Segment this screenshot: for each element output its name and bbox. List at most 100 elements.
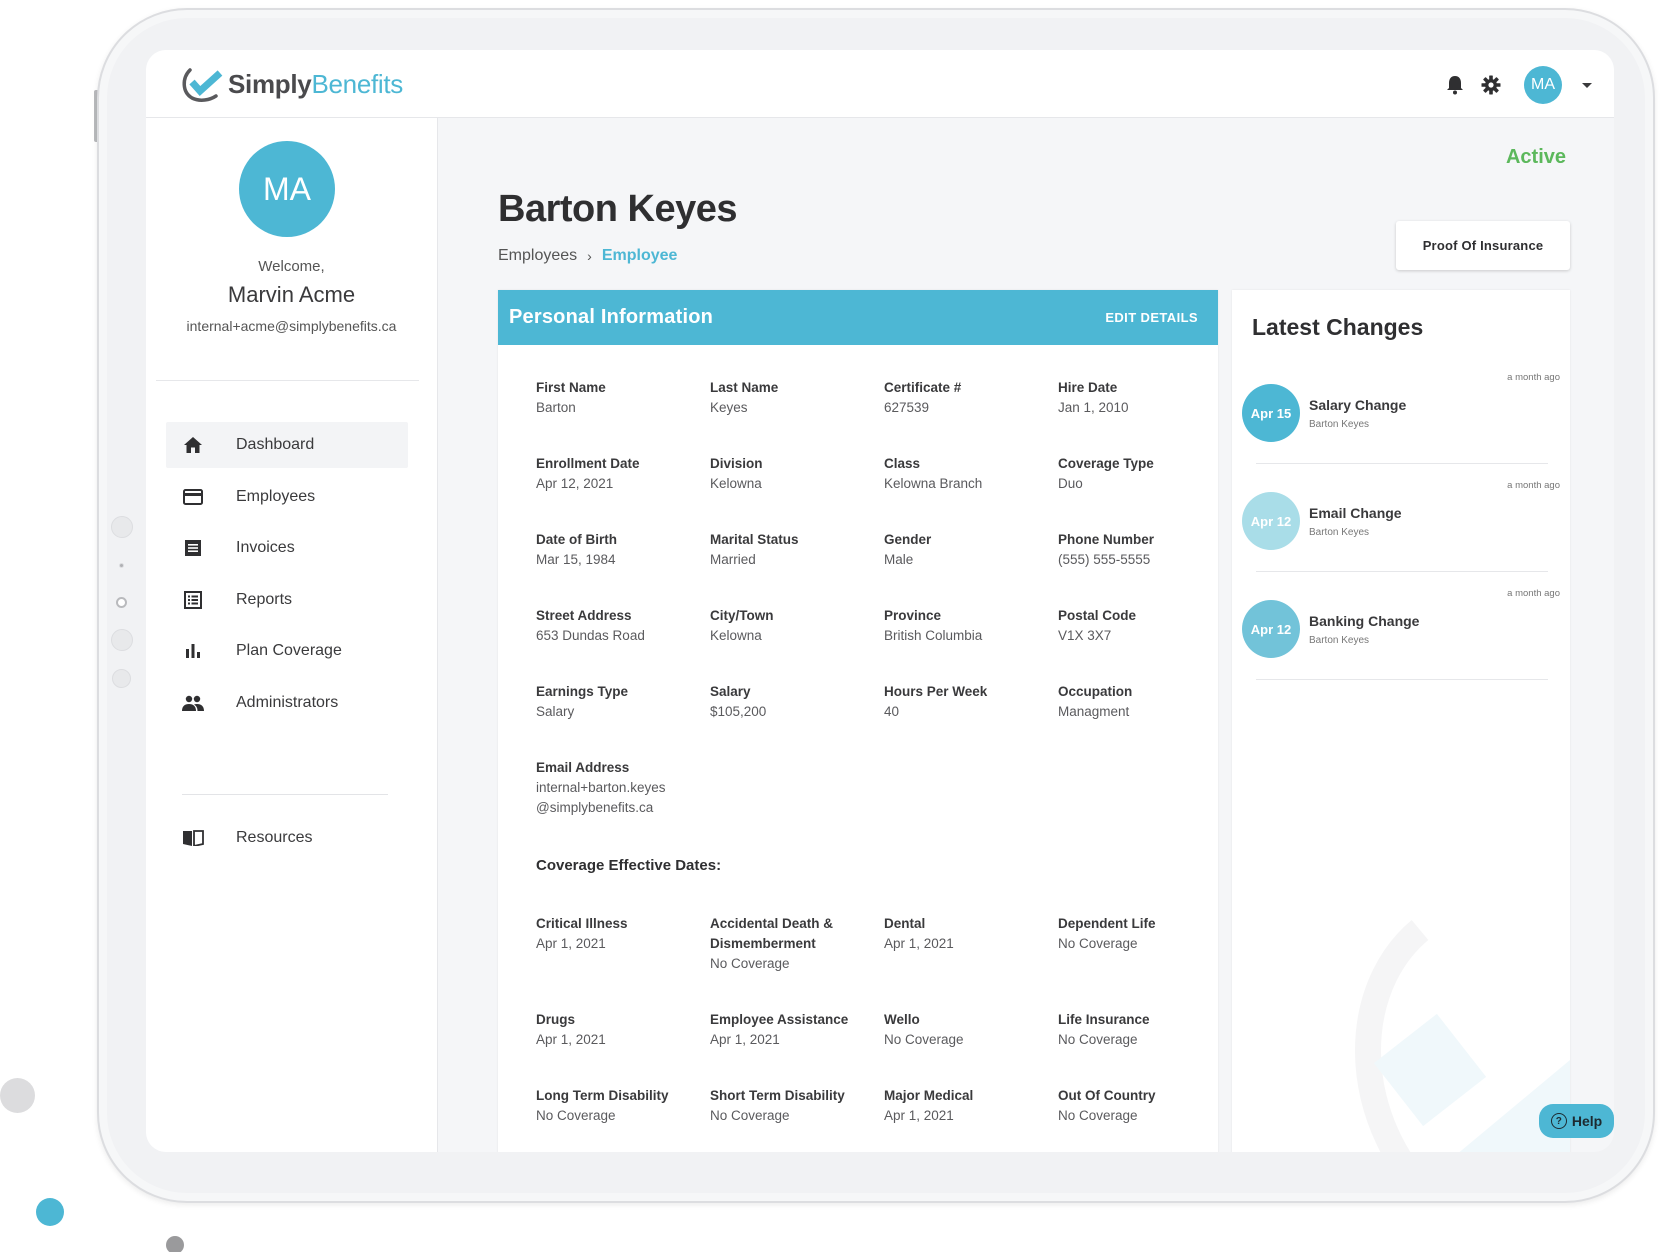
sidebar-item-label: Employees <box>236 487 316 505</box>
brand-name-part2: Benefits <box>311 68 403 99</box>
decorative-dot-small <box>166 1236 184 1252</box>
field-label: Province <box>884 608 942 623</box>
field-phone-number: Phone Number (555) 555-5555 <box>1058 530 1216 606</box>
bell-icon[interactable] <box>1444 74 1466 96</box>
people-icon <box>182 692 204 714</box>
field-label: Life Insurance <box>1058 1012 1150 1027</box>
divider <box>1256 679 1548 680</box>
chevron-down-icon[interactable] <box>1582 82 1592 88</box>
user-avatar[interactable]: MA <box>1524 66 1562 104</box>
sidebar-item-reports[interactable]: Reports <box>166 577 408 623</box>
latest-changes-title: Latest Changes <box>1252 314 1424 340</box>
sidebar-item-administrators[interactable]: Administrators <box>166 680 408 726</box>
breadcrumb-current: Employee <box>601 247 678 264</box>
divider <box>182 794 388 795</box>
field-value: @simplybenefits.ca <box>536 800 654 815</box>
field-date-of-birth: Date of Birth Mar 15, 1984 <box>536 530 710 606</box>
field-province: Province British Columbia <box>884 606 1058 682</box>
field-label: Major Medical <box>884 1088 974 1103</box>
change-subtitle: Barton Keyes <box>1309 527 1370 538</box>
field-label: Salary <box>710 684 751 699</box>
device-sensor <box>111 516 133 538</box>
personal-fields: First Name Barton Last Name Keyes Certificat… <box>536 378 1216 758</box>
sidebar-item-dashboard[interactable]: Dashboard <box>166 422 408 468</box>
field-earnings-type: Earnings Type Salary <box>536 682 710 758</box>
help-button[interactable]: ? Help <box>1539 1104 1614 1138</box>
change-list-item[interactable]: a month ago Apr 12 Banking Change Barton Ke… <box>1242 588 1560 696</box>
latest-changes-card: Latest Changes a month ago Apr 15 Salary C… <box>1232 290 1570 1152</box>
change-list-item[interactable]: a month ago Apr 15 Salary Change Barton Key… <box>1242 372 1560 480</box>
field-first-name: First Name Barton <box>536 378 710 454</box>
field-label: Employee Assistance <box>710 1012 849 1027</box>
field-label: City/Town <box>710 608 774 623</box>
gear-icon[interactable] <box>1480 74 1502 96</box>
brand-name-part1: Simply <box>228 68 312 99</box>
field-value: Kelowna <box>710 476 762 491</box>
card-header: Personal Information EDIT DETAILS <box>498 290 1218 345</box>
edit-details-button[interactable]: EDIT DETAILS <box>1105 310 1198 325</box>
field-value: 627539 <box>884 400 930 415</box>
page-title: Barton Keyes <box>498 188 737 230</box>
field-value: (555) 555-5555 <box>1058 552 1151 567</box>
field-division: Division Kelowna <box>710 454 884 530</box>
logo-watermark-icon <box>1355 920 1570 1152</box>
field-value: Apr 1, 2021 <box>884 1108 954 1123</box>
change-list-item[interactable]: a month ago Apr 12 Email Change Barton Keye… <box>1242 480 1560 588</box>
change-title: Banking Change <box>1309 613 1420 629</box>
field-long-term-disability: Long Term Disability No Coverage <box>536 1086 710 1152</box>
app-screen: SimplyBenefits MA MA Welcome, Marvin Acm… <box>146 50 1614 1152</box>
field-value: Apr 1, 2021 <box>884 936 954 951</box>
field-hours-per-week: Hours Per Week 40 <box>884 682 1058 758</box>
field-class: Class Kelowna Branch <box>884 454 1058 530</box>
sidebar: MA Welcome, Marvin Acme internal+acme@si… <box>146 118 438 1152</box>
field-short-term-disability: Short Term Disability No Coverage <box>710 1086 884 1152</box>
sidebar-item-invoices[interactable]: Invoices <box>166 525 408 571</box>
sidebar-item-plan-coverage[interactable]: Plan Coverage <box>166 628 408 674</box>
card-title: Personal Information <box>509 306 714 328</box>
field-label: Postal Code <box>1058 608 1137 623</box>
field-value: Apr 1, 2021 <box>710 1032 780 1047</box>
proof-of-insurance-button[interactable]: Proof Of Insurance <box>1396 221 1570 270</box>
question-circle-icon: ? <box>1550 1113 1567 1129</box>
field-email-address: Email Address internal+barton.keyes @sim… <box>536 758 710 834</box>
field-value: 653 Dundas Road <box>536 628 645 643</box>
field-label: Gender <box>884 532 932 547</box>
divider <box>1256 571 1548 572</box>
change-title: Email Change <box>1309 505 1402 521</box>
field-value: V1X 3X7 <box>1058 628 1112 643</box>
field-coverage-type: Coverage Type Duo <box>1058 454 1216 530</box>
field-label: Division <box>710 456 763 471</box>
sidebar-item-employees[interactable]: Employees <box>166 474 408 520</box>
field-value: British Columbia <box>884 628 983 643</box>
change-title: Salary Change <box>1309 397 1407 413</box>
field-label: Accidental Death & Dismemberment <box>710 916 834 951</box>
user-name: Marvin Acme <box>227 282 356 307</box>
change-time: a month ago <box>1507 480 1560 491</box>
change-date-badge: Apr 15 <box>1242 384 1300 442</box>
field-label: Last Name <box>710 380 779 395</box>
sidebar-item-label: Reports <box>236 590 293 608</box>
bar-chart-icon <box>182 640 204 662</box>
field-major-medical: Major Medical Apr 1, 2021 <box>884 1086 1058 1152</box>
sidebar-item-resources[interactable]: Resources <box>166 815 408 861</box>
field-employee-assistance: Employee Assistance Apr 1, 2021 <box>710 1010 884 1086</box>
field-label: Short Term Disability <box>710 1088 845 1103</box>
field-value: No Coverage <box>1058 1108 1138 1123</box>
field-value: Apr 12, 2021 <box>536 476 614 491</box>
sidebar-nav: Dashboard Employees Invoices Reports Pla… <box>166 422 408 731</box>
field-value: Kelowna <box>710 628 762 643</box>
field-value: Apr 1, 2021 <box>536 936 606 951</box>
field-dental: Dental Apr 1, 2021 <box>884 914 1058 1010</box>
field-label: Class <box>884 456 921 471</box>
breadcrumb-employees[interactable]: Employees <box>498 247 577 265</box>
field-label: Drugs <box>536 1012 576 1027</box>
field-label: Coverage Type <box>1058 456 1154 471</box>
field-label: Street Address <box>536 608 632 623</box>
logo[interactable]: SimplyBenefits <box>180 62 403 106</box>
field-label: Hire Date <box>1058 380 1118 395</box>
field-value: No Coverage <box>710 956 790 971</box>
field-value: internal+barton.keyes <box>536 780 666 795</box>
field-label: Marital Status <box>710 532 799 547</box>
sidebar-item-label: Invoices <box>236 539 295 556</box>
field-value: $105,200 <box>710 704 767 719</box>
